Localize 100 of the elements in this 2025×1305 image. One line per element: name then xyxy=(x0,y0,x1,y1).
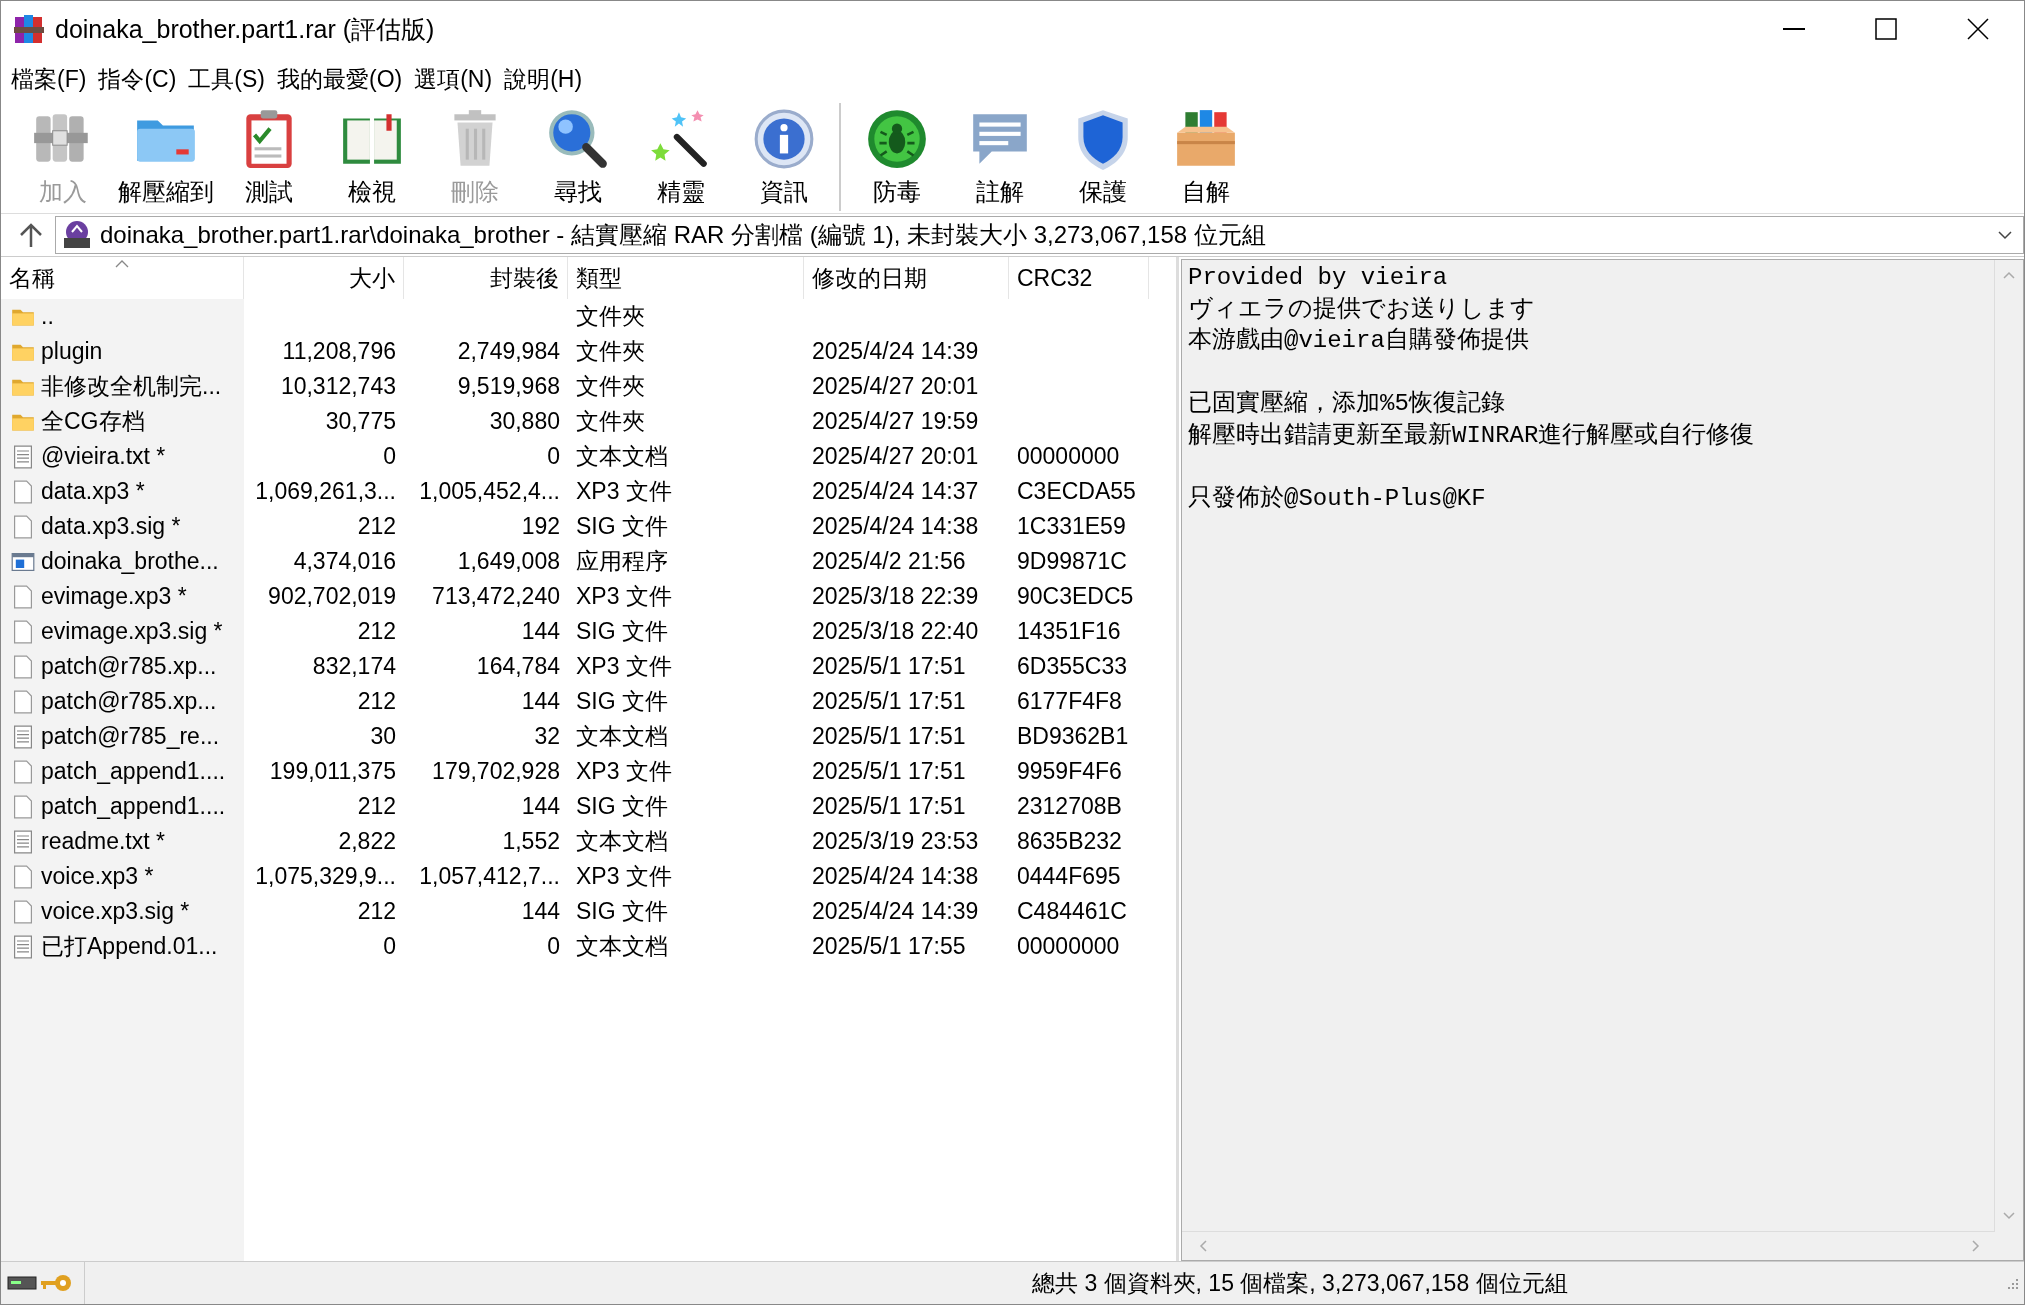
file-name[interactable]: plugin xyxy=(41,338,103,365)
file-name[interactable]: readme.txt * xyxy=(41,828,165,855)
menu-item[interactable]: 工具(S) xyxy=(182,63,271,95)
comment-line: Provided by vieira xyxy=(1188,263,1449,293)
address-field[interactable]: doinaka_brother.part1.rar\doinaka_brother - 結實壓縮 RAR 分割檔 (編號 1), 未封裝大小 3,273,067,158 位元組 xyxy=(55,216,2024,254)
toolbar-button[interactable]: 檢視 xyxy=(320,101,423,213)
file-icon xyxy=(11,479,35,504)
file-name[interactable]: doinaka_brothe... xyxy=(41,548,219,575)
table-cell: 00000000 xyxy=(1017,443,1120,469)
file-icon xyxy=(11,584,35,609)
toolbar-button[interactable]: 自解 xyxy=(1154,101,1257,213)
table-cell: 2025/5/1 17:51 xyxy=(812,723,966,749)
file-icon xyxy=(11,619,35,644)
toolbar-button[interactable]: 註解 xyxy=(948,101,1051,213)
table-cell: 212 xyxy=(357,688,396,714)
table-cell: 4,374,016 xyxy=(293,548,396,574)
table-cell: 2025/4/24 14:38 xyxy=(812,863,979,889)
table-cell: 1,649,008 xyxy=(457,548,560,574)
table-cell: 9959F4F6 xyxy=(1017,758,1122,784)
table-cell: SIG 文件 xyxy=(576,513,668,539)
table-cell: 32 xyxy=(534,723,560,749)
table-cell: 应用程序 xyxy=(576,548,668,574)
table-cell: 文件夾 xyxy=(576,373,645,399)
file-name[interactable]: 全CG存档 xyxy=(41,406,145,437)
table-cell: 30,775 xyxy=(325,408,396,434)
menu-item[interactable]: 我的最愛(O) xyxy=(271,63,409,95)
file-name[interactable]: @vieira.txt * xyxy=(41,443,166,470)
table-cell: SIG 文件 xyxy=(576,618,668,644)
table-cell: 10,312,743 xyxy=(280,373,396,399)
table-cell: 9D99871C xyxy=(1017,548,1127,574)
table-cell: 文本文档 xyxy=(576,443,668,469)
table-cell: 0 xyxy=(547,443,560,469)
table-cell: 1,069,261,3... xyxy=(255,478,396,504)
table-cell: 144 xyxy=(521,898,560,924)
file-name[interactable]: patch_append1.... xyxy=(41,758,226,785)
maximize-icon xyxy=(1875,18,1897,40)
table-cell: XP3 文件 xyxy=(576,863,672,889)
table-cell: 14351F16 xyxy=(1017,618,1121,644)
table-cell: 2025/5/1 17:51 xyxy=(812,793,966,819)
table-cell: 1,075,329,9... xyxy=(255,863,396,889)
table-cell: 2025/5/1 17:55 xyxy=(812,933,966,959)
file-name[interactable]: voice.xp3.sig * xyxy=(41,898,190,925)
table-cell: 2025/4/27 19:59 xyxy=(812,408,979,434)
file-name[interactable]: evimage.xp3 * xyxy=(41,583,187,610)
table-cell: 2025/5/1 17:51 xyxy=(812,653,966,679)
file-name[interactable]: .. xyxy=(41,303,54,330)
table-cell: 1,005,452,4... xyxy=(419,478,560,504)
table-cell: XP3 文件 xyxy=(576,758,672,784)
toolbar-button[interactable]: 精靈 xyxy=(629,101,732,213)
menu-item[interactable]: 說明(H) xyxy=(498,63,589,95)
table-cell: 2,822 xyxy=(338,828,396,854)
table-cell: 8635B232 xyxy=(1017,828,1122,854)
table-cell: 90C3EDC5 xyxy=(1017,583,1134,609)
toolbar-button[interactable]: 保護 xyxy=(1051,101,1154,213)
file-name[interactable]: 已打Append.01... xyxy=(41,931,218,962)
table-cell: 0 xyxy=(383,443,396,469)
table-cell: 2025/3/18 22:40 xyxy=(812,618,979,644)
file-icon xyxy=(11,654,35,679)
toolbar-button[interactable]: 解壓縮到 xyxy=(114,101,217,213)
table-cell: 212 xyxy=(357,793,396,819)
menu-item[interactable]: 指令(C) xyxy=(92,63,183,95)
books-icon xyxy=(13,13,45,45)
table-cell: 1C331E59 xyxy=(1017,513,1126,539)
toolbar-button[interactable]: 尋找 xyxy=(526,101,629,213)
table-cell: 0 xyxy=(383,933,396,959)
table-cell: 1,057,412,7... xyxy=(419,863,560,889)
table-cell: XP3 文件 xyxy=(576,653,672,679)
comment-line: 已固實壓縮，添加%5恢復記錄 xyxy=(1188,389,1506,419)
file-name[interactable]: patch@r785.xp... xyxy=(41,688,217,715)
menu-item[interactable]: 選項(N) xyxy=(408,63,499,95)
menu-item[interactable]: 檔案(F) xyxy=(5,63,93,95)
text-file-icon xyxy=(11,829,35,854)
comment-line: 本游戲由@vieira自購發佈提供 xyxy=(1188,326,1530,356)
drive-icon xyxy=(7,1275,37,1291)
table-cell: XP3 文件 xyxy=(576,478,672,504)
table-cell: 30 xyxy=(370,723,396,749)
file-name[interactable]: evimage.xp3.sig * xyxy=(41,618,223,645)
table-cell: 6177F4F8 xyxy=(1017,688,1122,714)
file-name[interactable]: voice.xp3 * xyxy=(41,863,154,890)
table-cell: 902,702,019 xyxy=(268,583,396,609)
toolbar-button[interactable]: 測試 xyxy=(217,101,320,213)
table-cell: 文件夾 xyxy=(576,303,645,329)
file-name[interactable]: data.xp3.sig * xyxy=(41,513,181,540)
file-name[interactable]: patch@r785_re... xyxy=(41,723,220,750)
file-name[interactable]: 非修改全机制完... xyxy=(41,371,222,402)
file-name[interactable]: data.xp3 * xyxy=(41,478,145,505)
file-icon xyxy=(11,689,35,714)
toolbar-button[interactable]: 防毒 xyxy=(845,101,948,213)
file-name[interactable]: patch_append1.... xyxy=(41,793,226,820)
window-title: doinaka_brother.part1.rar (評估版) xyxy=(55,13,436,45)
toolbar-button[interactable]: 資訊 xyxy=(732,101,835,213)
table-cell: 2025/5/1 17:51 xyxy=(812,758,966,784)
table-cell: 713,472,240 xyxy=(432,583,560,609)
table-cell: C484461C xyxy=(1017,898,1127,924)
file-name[interactable]: patch@r785.xp... xyxy=(41,653,217,680)
table-cell: 6D355C33 xyxy=(1017,653,1127,679)
table-cell: 2025/4/27 20:01 xyxy=(812,373,979,399)
table-cell: 212 xyxy=(357,618,396,644)
table-cell: 9,519,968 xyxy=(457,373,560,399)
table-cell: 2025/5/1 17:51 xyxy=(812,688,966,714)
